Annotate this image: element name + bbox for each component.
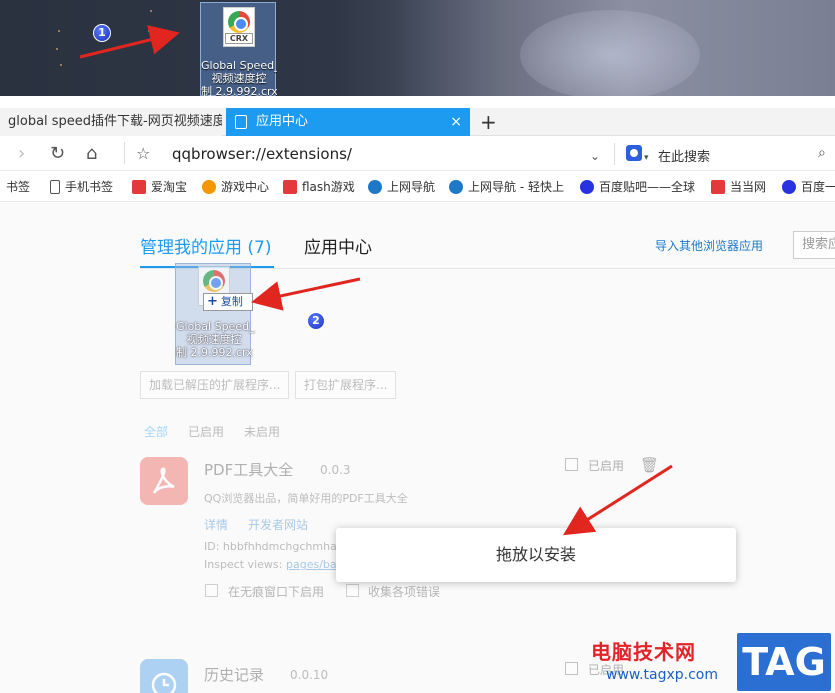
forward-icon[interactable]: › bbox=[18, 143, 25, 165]
pack-extension-button[interactable]: 打包扩展程序... bbox=[295, 371, 397, 399]
flash-icon bbox=[283, 180, 297, 194]
desktop-wallpaper-glow bbox=[520, 10, 700, 96]
trash-icon[interactable]: 🗑 bbox=[640, 456, 659, 474]
bookmark-item[interactable]: flash游戏 bbox=[283, 179, 355, 195]
drop-to-install-overlay[interactable]: 拖放以安装 bbox=[336, 528, 736, 582]
copy-cursor-tip: + 复制 bbox=[203, 293, 253, 311]
url-dropdown-icon[interactable]: ⌄ bbox=[590, 145, 600, 167]
extension-search-input[interactable]: 搜索应 bbox=[793, 231, 835, 259]
extension-id: ID: hbbfhhdmchgchmhar bbox=[204, 540, 342, 553]
enabled-label: 已启用 bbox=[588, 459, 625, 473]
bookmark-item[interactable]: 当当网 bbox=[711, 179, 766, 195]
dangdang-icon bbox=[711, 180, 725, 194]
watermark-url: www.tagxp.com bbox=[606, 667, 718, 683]
address-toolbar: › ↻ ⌂ ☆ qqbrowser://extensions/ ⌄ ▾ 在此搜索… bbox=[0, 137, 835, 171]
baidu-icon bbox=[580, 180, 594, 194]
watermark-title: 电脑技术网 bbox=[591, 640, 696, 664]
tab-close-icon[interactable]: × bbox=[450, 108, 462, 136]
ie-icon bbox=[368, 180, 382, 194]
incognito-label: 在无痕窗口下启用 bbox=[228, 585, 325, 599]
bookmark-item[interactable]: 百度一 bbox=[782, 179, 835, 195]
developer-site-link[interactable]: 开发者网站 bbox=[248, 516, 308, 533]
filter-enabled[interactable]: 已启用 bbox=[188, 423, 224, 440]
url-field[interactable]: qqbrowser://extensions/ bbox=[172, 145, 352, 163]
tab-app-center[interactable]: 应用中心 × bbox=[226, 108, 470, 136]
filter-disabled[interactable]: 未启用 bbox=[244, 423, 280, 440]
tab-bar: global speed插件下载-网页视频速度 应用中心 × + bbox=[0, 108, 835, 136]
refresh-icon[interactable]: ↻ bbox=[50, 143, 65, 165]
desktop-crx-file[interactable]: CRX Global Speed_ 视频速度控 制 2.9.992.crx bbox=[200, 2, 277, 96]
incognito-checkbox[interactable] bbox=[205, 584, 218, 597]
enabled-checkbox[interactable] bbox=[565, 662, 578, 675]
watermark-tag: TAG bbox=[737, 633, 831, 691]
inspect-views-label: Inspect views: bbox=[204, 558, 283, 571]
extension-version: 0.0.10 bbox=[290, 668, 329, 682]
taobao-icon bbox=[132, 180, 146, 194]
pdf-extension-icon bbox=[140, 457, 188, 505]
search-engine-icon[interactable] bbox=[626, 145, 642, 161]
ie-icon bbox=[449, 180, 463, 194]
dragged-crx-file[interactable]: Global Speed_ 视频速度控 制 2.9.992.crx bbox=[175, 263, 255, 365]
bookmark-item[interactable]: 书签 bbox=[6, 179, 30, 195]
tab-manage-apps[interactable]: 管理我的应用 (7) bbox=[140, 233, 271, 258]
tab-app-center-page[interactable]: 应用中心 bbox=[304, 233, 372, 258]
filter-all[interactable]: 全部 bbox=[144, 423, 168, 440]
enabled-checkbox[interactable] bbox=[565, 458, 578, 471]
inspect-link[interactable]: pages/ba bbox=[286, 558, 337, 571]
bookmark-star-icon[interactable]: ☆ bbox=[136, 143, 150, 165]
bookmark-item[interactable]: 上网导航 bbox=[368, 179, 435, 195]
search-input[interactable]: 在此搜索 bbox=[658, 146, 710, 165]
extension-description: QQ浏览器出品，简单好用的PDF工具大全 bbox=[204, 492, 408, 505]
desktop-file-label: Global Speed_ 视频速度控 制 2.9.992.crx bbox=[201, 59, 277, 96]
bookmark-item[interactable]: 上网导航 - 轻快上 bbox=[449, 179, 564, 195]
details-link[interactable]: 详情 bbox=[204, 516, 228, 533]
collect-errors-checkbox[interactable] bbox=[346, 584, 359, 597]
bookmarks-bar: 书签 手机书签 爱淘宝 游戏中心 flash游戏 上网导航 上网导航 - 轻快上… bbox=[0, 172, 835, 202]
search-icon[interactable]: ⌕ bbox=[818, 145, 826, 161]
baidu-icon bbox=[782, 180, 796, 194]
tab-global-speed[interactable]: global speed插件下载-网页视频速度 bbox=[0, 108, 222, 136]
engine-chevron-icon[interactable]: ▾ bbox=[644, 147, 649, 169]
dragged-file-label: Global Speed_ 视频速度控 制 2.9.992.crx bbox=[176, 320, 255, 359]
bookmark-item[interactable]: 爱淘宝 bbox=[132, 179, 187, 195]
extension-version: 0.0.3 bbox=[320, 463, 351, 477]
plus-icon: + bbox=[207, 294, 218, 309]
step-badge-2: 2 bbox=[307, 312, 325, 330]
crx-file-icon: CRX bbox=[223, 7, 255, 47]
home-icon[interactable]: ⌂ bbox=[86, 143, 97, 165]
extension-title: 历史记录 bbox=[204, 666, 265, 684]
step-badge-1: 1 bbox=[93, 24, 111, 42]
page-icon bbox=[235, 115, 247, 129]
bookmark-item[interactable]: 游戏中心 bbox=[202, 179, 269, 195]
game-icon bbox=[202, 180, 216, 194]
collect-errors-label: 收集各项错误 bbox=[368, 585, 441, 599]
import-link[interactable]: 导入其他浏览器应用 bbox=[655, 237, 763, 254]
load-unpacked-button[interactable]: 加载已解压的扩展程序... bbox=[140, 371, 290, 399]
extension-title: PDF工具大全 bbox=[204, 461, 294, 479]
extensions-page: 管理我的应用 (7) 应用中心 导入其他浏览器应用 搜索应 加载已解压的扩展程序… bbox=[0, 203, 835, 693]
history-extension-icon bbox=[140, 659, 188, 693]
phone-icon bbox=[50, 180, 60, 194]
bookmark-item[interactable]: 百度贴吧——全球 bbox=[580, 179, 698, 195]
bookmark-item[interactable]: 手机书签 bbox=[50, 179, 113, 195]
desktop-background: CRX Global Speed_ 视频速度控 制 2.9.992.crx bbox=[0, 0, 835, 96]
new-tab-button[interactable]: + bbox=[480, 108, 497, 136]
tab-app-center-label: 应用中心 bbox=[256, 114, 309, 129]
